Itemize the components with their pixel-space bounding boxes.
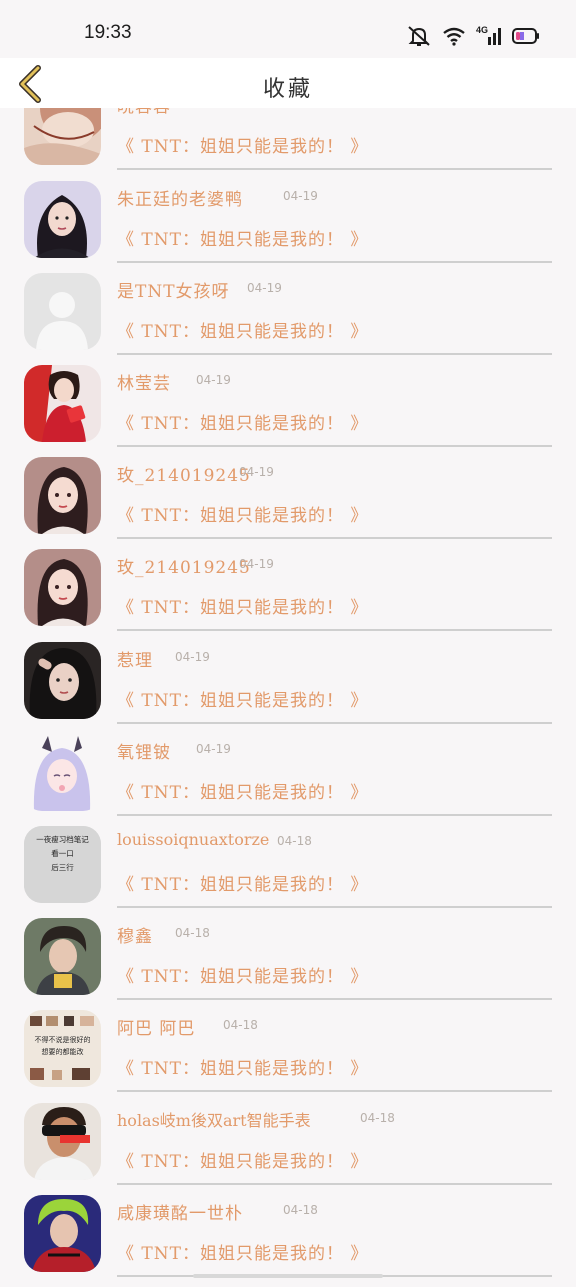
wifi-icon bbox=[443, 27, 465, 46]
avatar-text: 后三行 bbox=[51, 862, 74, 872]
favorite-title[interactable]: 《 TNT：姐姐只能是我的！ 》 bbox=[117, 870, 368, 895]
post-date: 04-18 bbox=[360, 1111, 395, 1125]
top-bar: 收藏 bbox=[0, 58, 576, 108]
divider bbox=[117, 906, 552, 908]
list-item[interactable]: 穆鑫 04-18 《 TNT：姐姐只能是我的！ 》 bbox=[0, 918, 576, 1010]
favorite-title[interactable]: 《 TNT：姐姐只能是我的！ 》 bbox=[117, 225, 368, 250]
status-bar: 19:33 4G bbox=[0, 0, 576, 58]
user-name: 咸康璜酩一世朴 bbox=[117, 1204, 243, 1224]
favorite-title[interactable]: 《 TNT：姐姐只能是我的！ 》 bbox=[117, 317, 368, 342]
post-date: 04-18 bbox=[175, 926, 210, 940]
post-date: 04-19 bbox=[196, 742, 231, 756]
user-name: 林莹芸 bbox=[117, 374, 171, 394]
avatar[interactable] bbox=[24, 549, 101, 626]
favorite-title[interactable]: 《 TNT：姐姐只能是我的！ 》 bbox=[117, 1054, 368, 1079]
favorite-title[interactable]: 《 TNT：姐姐只能是我的！ 》 bbox=[117, 1147, 368, 1172]
user-name: 穆鑫 bbox=[117, 927, 153, 947]
divider bbox=[117, 1183, 552, 1185]
avatar[interactable]: 不得不说是很好的 想要的都能改 bbox=[24, 1010, 101, 1087]
favorite-title[interactable]: 《 TNT：姐姐只能是我的！ 》 bbox=[117, 686, 368, 711]
page-title: 收藏 bbox=[262, 77, 313, 102]
avatar[interactable] bbox=[24, 181, 101, 258]
list-item[interactable]: 玫_214019245 04-19 《 TNT：姐姐只能是我的！ 》 bbox=[0, 457, 576, 549]
status-icons: 4G bbox=[406, 24, 540, 48]
home-indicator[interactable] bbox=[193, 1274, 383, 1278]
avatar-text: 想要的都能改 bbox=[42, 1047, 84, 1056]
post-date: 04-18 bbox=[223, 1018, 258, 1032]
list-item[interactable]: 朱正廷的老婆鸭 04-19 《 TNT：姐姐只能是我的！ 》 bbox=[0, 181, 576, 273]
favorite-title[interactable]: 《 TNT：姐姐只能是我的！ 》 bbox=[117, 778, 368, 803]
favorite-title[interactable]: 《 TNT：姐姐只能是我的！ 》 bbox=[117, 962, 368, 987]
post-date: 04-19 bbox=[196, 373, 231, 387]
avatar[interactable] bbox=[24, 918, 101, 995]
avatar[interactable] bbox=[24, 365, 101, 442]
divider bbox=[117, 998, 552, 1000]
user-name: 朱正廷的老婆鸭 bbox=[117, 190, 243, 210]
user-name: louissoiqnuaxtorze bbox=[117, 830, 270, 849]
divider bbox=[117, 629, 552, 631]
avatar-text: 看一口 bbox=[51, 849, 74, 858]
post-date: 04-18 bbox=[283, 1203, 318, 1217]
list-item[interactable]: 是TNT女孩呀 04-19 《 TNT：姐姐只能是我的！ 》 bbox=[0, 273, 576, 365]
list-item[interactable]: 惹理 04-19 《 TNT：姐姐只能是我的！ 》 bbox=[0, 642, 576, 734]
divider bbox=[117, 814, 552, 816]
post-date: 04-19 bbox=[175, 650, 210, 664]
post-date: 04-19 bbox=[247, 281, 282, 295]
divider bbox=[117, 445, 552, 447]
list-item[interactable]: 不得不说是很好的 想要的都能改 阿巴 阿巴 04-18 《 TNT：姐姐只能是我… bbox=[0, 1010, 576, 1102]
list-item[interactable]: 一夜瘦习档笔记 看一口 后三行 louissoiqnuaxtorze 04-18… bbox=[0, 826, 576, 918]
post-date: 04-18 bbox=[277, 834, 312, 848]
avatar-text: 一夜瘦习档笔记 bbox=[36, 834, 89, 844]
user-name: holas岐m後双art智能手表 bbox=[117, 1111, 311, 1130]
avatar[interactable]: 一夜瘦习档笔记 看一口 后三行 bbox=[24, 826, 101, 903]
user-name: 惹理 bbox=[117, 651, 153, 671]
divider bbox=[117, 353, 552, 355]
favorite-title[interactable]: 《 TNT：姐姐只能是我的！ 》 bbox=[117, 132, 368, 157]
favorite-title[interactable]: 《 TNT：姐姐只能是我的！ 》 bbox=[117, 593, 368, 618]
divider bbox=[117, 722, 552, 724]
divider bbox=[117, 168, 552, 170]
avatar[interactable] bbox=[24, 734, 101, 811]
avatar[interactable] bbox=[24, 1103, 101, 1180]
favorite-title[interactable]: 《 TNT：姐姐只能是我的！ 》 bbox=[117, 409, 368, 434]
post-date: 04-19 bbox=[239, 465, 274, 479]
favorites-list[interactable]: 晓蓉蓉 04-20 《 TNT：姐姐只能是我的！ 》 朱正廷的老婆鸭 04-19… bbox=[0, 0, 576, 1280]
list-item[interactable]: 氧锂铍 04-19 《 TNT：姐姐只能是我的！ 》 bbox=[0, 734, 576, 826]
user-name: 氧锂铍 bbox=[117, 743, 171, 763]
list-item[interactable]: 林莹芸 04-19 《 TNT：姐姐只能是我的！ 》 bbox=[0, 365, 576, 457]
avatar[interactable] bbox=[24, 457, 101, 534]
post-date: 04-19 bbox=[283, 189, 318, 203]
avatar[interactable] bbox=[24, 1195, 101, 1272]
user-name: 是TNT女孩呀 bbox=[117, 282, 230, 302]
user-name: 玫_214019245 bbox=[117, 466, 251, 486]
battery-icon bbox=[512, 28, 539, 44]
list-item[interactable]: holas岐m後双art智能手表 04-18 《 TNT：姐姐只能是我的！ 》 bbox=[0, 1103, 576, 1195]
post-date: 04-19 bbox=[239, 557, 274, 571]
status-time: 19:33 bbox=[84, 22, 132, 43]
divider bbox=[117, 1090, 552, 1092]
divider bbox=[117, 537, 552, 539]
divider bbox=[117, 261, 552, 263]
favorite-title[interactable]: 《 TNT：姐姐只能是我的！ 》 bbox=[117, 1239, 368, 1264]
cellular-signal-icon: 4G bbox=[476, 25, 502, 47]
avatar[interactable] bbox=[24, 273, 101, 350]
list-item[interactable]: 玫_214019245 04-19 《 TNT：姐姐只能是我的！ 》 bbox=[0, 549, 576, 641]
user-name: 阿巴 阿巴 bbox=[117, 1019, 196, 1039]
mute-bell-icon bbox=[408, 26, 430, 46]
favorite-title[interactable]: 《 TNT：姐姐只能是我的！ 》 bbox=[117, 501, 368, 526]
avatar-text: 不得不说是很好的 bbox=[35, 1035, 91, 1044]
avatar[interactable] bbox=[24, 642, 101, 719]
user-name: 玫_214019245 bbox=[117, 558, 251, 578]
